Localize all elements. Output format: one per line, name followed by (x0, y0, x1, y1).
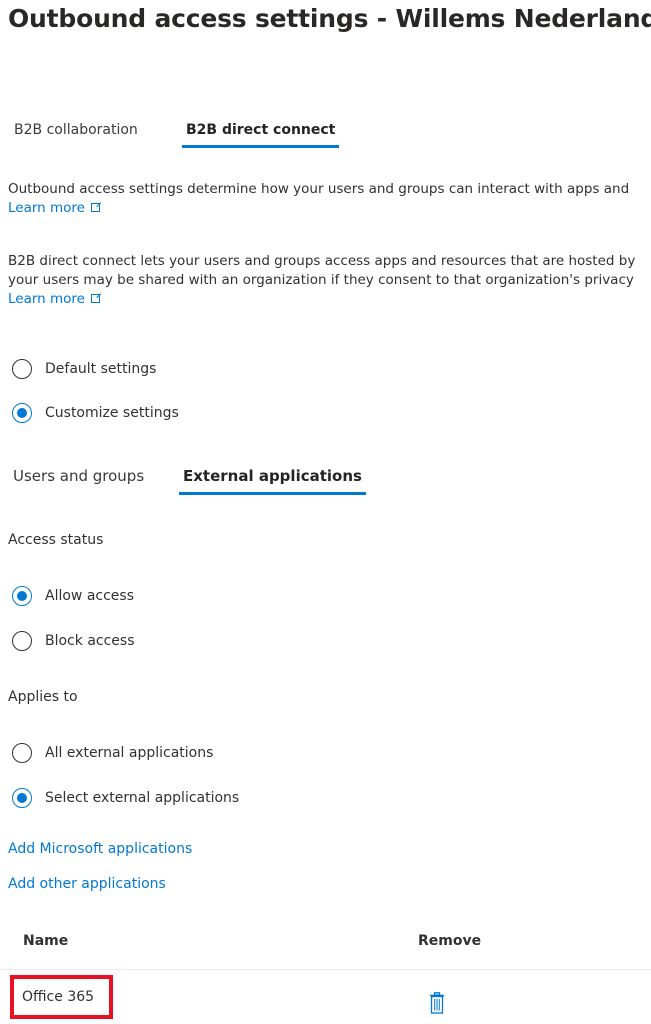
external-link-icon (91, 203, 100, 212)
radio-unchecked-icon[interactable] (12, 631, 32, 651)
radio-all-external-applications[interactable]: All external applications (12, 741, 213, 765)
tab-users-and-groups[interactable]: Users and groups (13, 467, 144, 495)
radio-label: All external applications (45, 745, 214, 761)
add-other-applications-link[interactable]: Add other applications (8, 876, 166, 892)
table-row: Office 365 (0, 970, 651, 1024)
radio-checked-icon[interactable] (12, 586, 32, 606)
page-title: Outbound access settings - Willems Neder… (8, 4, 651, 33)
add-microsoft-applications-link[interactable]: Add Microsoft applications (8, 841, 192, 857)
direct-connect-line-2: your users may be shared with an organiz… (8, 272, 634, 288)
column-header-remove: Remove (418, 933, 482, 949)
app-name-cell: Office 365 (10, 975, 113, 1019)
radio-label: Block access (45, 633, 135, 649)
radio-label: Default settings (45, 361, 157, 377)
radio-select-external-applications[interactable]: Select external applications (12, 786, 239, 810)
radio-default-settings[interactable]: Default settings (12, 357, 156, 381)
radio-block-access[interactable]: Block access (12, 629, 135, 653)
radio-label: Select external applications (45, 790, 240, 806)
learn-more-link[interactable]: Learn more (8, 291, 85, 307)
intro-description: Outbound access settings determine how y… (8, 181, 630, 197)
radio-unchecked-icon[interactable] (12, 359, 32, 379)
applies-to-label: Applies to (8, 689, 78, 705)
column-header-name: Name (23, 933, 69, 949)
tab-b2b-collaboration[interactable]: B2B collaboration (14, 122, 138, 148)
learn-more-link[interactable]: Learn more (8, 200, 85, 216)
radio-unchecked-icon[interactable] (12, 743, 32, 763)
direct-connect-line-1: B2B direct connect lets your users and g… (8, 253, 636, 269)
table-header: Name Remove (0, 933, 651, 970)
radio-checked-icon[interactable] (12, 788, 32, 808)
radio-label: Allow access (45, 588, 134, 604)
intro-text: Outbound access settings determine how y… (8, 180, 651, 218)
access-status-label: Access status (8, 532, 104, 548)
external-link-icon (91, 294, 100, 303)
radio-label: Customize settings (45, 405, 179, 421)
trash-icon[interactable] (429, 992, 445, 1014)
tab-b2b-direct-connect[interactable]: B2B direct connect (181, 122, 340, 148)
app-name: Office 365 (22, 989, 95, 1005)
direct-connect-info: B2B direct connect lets your users and g… (8, 252, 651, 309)
tab-external-applications[interactable]: External applications (179, 467, 366, 495)
radio-allow-access[interactable]: Allow access (12, 584, 134, 608)
radio-checked-icon[interactable] (12, 403, 32, 423)
radio-customize-settings[interactable]: Customize settings (12, 401, 179, 425)
